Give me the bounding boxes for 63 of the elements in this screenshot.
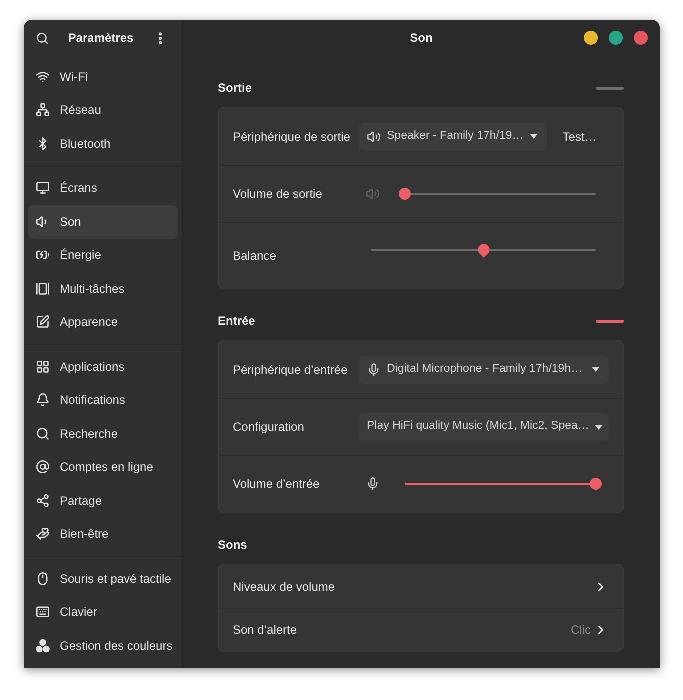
search-icon: [36, 426, 50, 441]
sidebar-item[interactable]: Écrans: [28, 172, 178, 205]
gallery-icon: [36, 282, 50, 296]
row-label: Balance: [233, 248, 278, 264]
keyboard-icon: [36, 605, 50, 620]
dropdown[interactable]: Speaker - Family 17h/19…: [359, 122, 547, 150]
sidebar-item[interactable]: Son: [28, 205, 178, 238]
row-label: Périphérique d’entrée: [233, 362, 349, 378]
row-value: Clic: [571, 622, 591, 639]
sidebar-item[interactable]: Bien-être: [28, 518, 178, 551]
section-heading: Sortie: [218, 80, 252, 97]
search-icon[interactable]: [36, 32, 49, 44]
sidebar-item[interactable]: Recherche: [28, 417, 178, 450]
row-label: Volume de sortie: [233, 186, 324, 203]
hand-heart-icon: [36, 527, 50, 542]
caret-down-icon: [530, 134, 538, 139]
sidebar-item[interactable]: Souris et pavé tactile: [28, 562, 178, 596]
minimize-button-icon[interactable]: [584, 31, 598, 45]
sidebar-item[interactable]: Clavier: [28, 596, 178, 629]
monitor-icon: [36, 181, 50, 196]
sidebar-item[interactable]: Applications: [28, 350, 178, 384]
close-button-icon[interactable]: [634, 31, 648, 45]
microphone-icon[interactable]: [366, 477, 380, 491]
sidebar-item[interactable]: Énergie: [28, 238, 178, 272]
network-icon: [36, 103, 50, 118]
sidebar-item[interactable]: Partage: [28, 484, 178, 518]
sidebar-item[interactable]: Gestion des couleurs: [28, 629, 178, 662]
row-label: Périphérique de sortie: [233, 128, 352, 146]
section-heading: Sons: [218, 537, 248, 554]
sidebar-item[interactable]: Réseau: [28, 94, 178, 127]
caret-down-icon: [592, 367, 600, 372]
caret-down-icon: [595, 424, 604, 430]
dropdown[interactable]: Digital Microphone - Family 17h/19h…: [359, 356, 609, 384]
sidebar-title: Paramètres: [68, 30, 134, 47]
window-title: Son: [410, 30, 433, 47]
maximize-button-icon[interactable]: [609, 31, 623, 45]
row-label: Volume d’entrée: [233, 476, 321, 493]
row-label: Son d’alerte: [233, 622, 298, 639]
row-label: Niveaux de volume: [233, 578, 336, 596]
row-label: Configuration: [233, 419, 306, 436]
test-button[interactable]: Test…: [554, 122, 605, 150]
speaker-icon: [367, 130, 381, 144]
microphone-icon: [367, 362, 381, 376]
bell-icon: [36, 393, 50, 408]
speaker-icon[interactable]: [366, 187, 380, 201]
grid-icon: [36, 360, 50, 374]
slider-thumb[interactable]: [590, 478, 602, 490]
slider-thumb[interactable]: [478, 244, 490, 258]
section-heading: Entrée: [218, 313, 256, 330]
slider-thumb[interactable]: [399, 188, 411, 200]
circles-icon: [36, 638, 50, 653]
mouse-icon: [36, 572, 50, 586]
sidebar-item[interactable]: Comptes en ligne: [28, 450, 178, 484]
sidebar-item[interactable]: Notifications: [28, 384, 178, 417]
pen-square-icon: [36, 315, 50, 330]
at-sign-icon: [36, 460, 50, 474]
wifi-icon: [36, 70, 50, 84]
sidebar-item[interactable]: Wi-Fi: [28, 60, 178, 94]
share-icon: [36, 494, 50, 508]
sidebar-item[interactable]: Apparence: [28, 306, 178, 339]
sidebar-item[interactable]: Multi-tâches: [28, 272, 178, 306]
dropdown[interactable]: Play HiFi quality Music (Mic1, Mic2, Spea…: [359, 413, 609, 441]
sidebar-item[interactable]: Bluetooth: [28, 127, 178, 160]
